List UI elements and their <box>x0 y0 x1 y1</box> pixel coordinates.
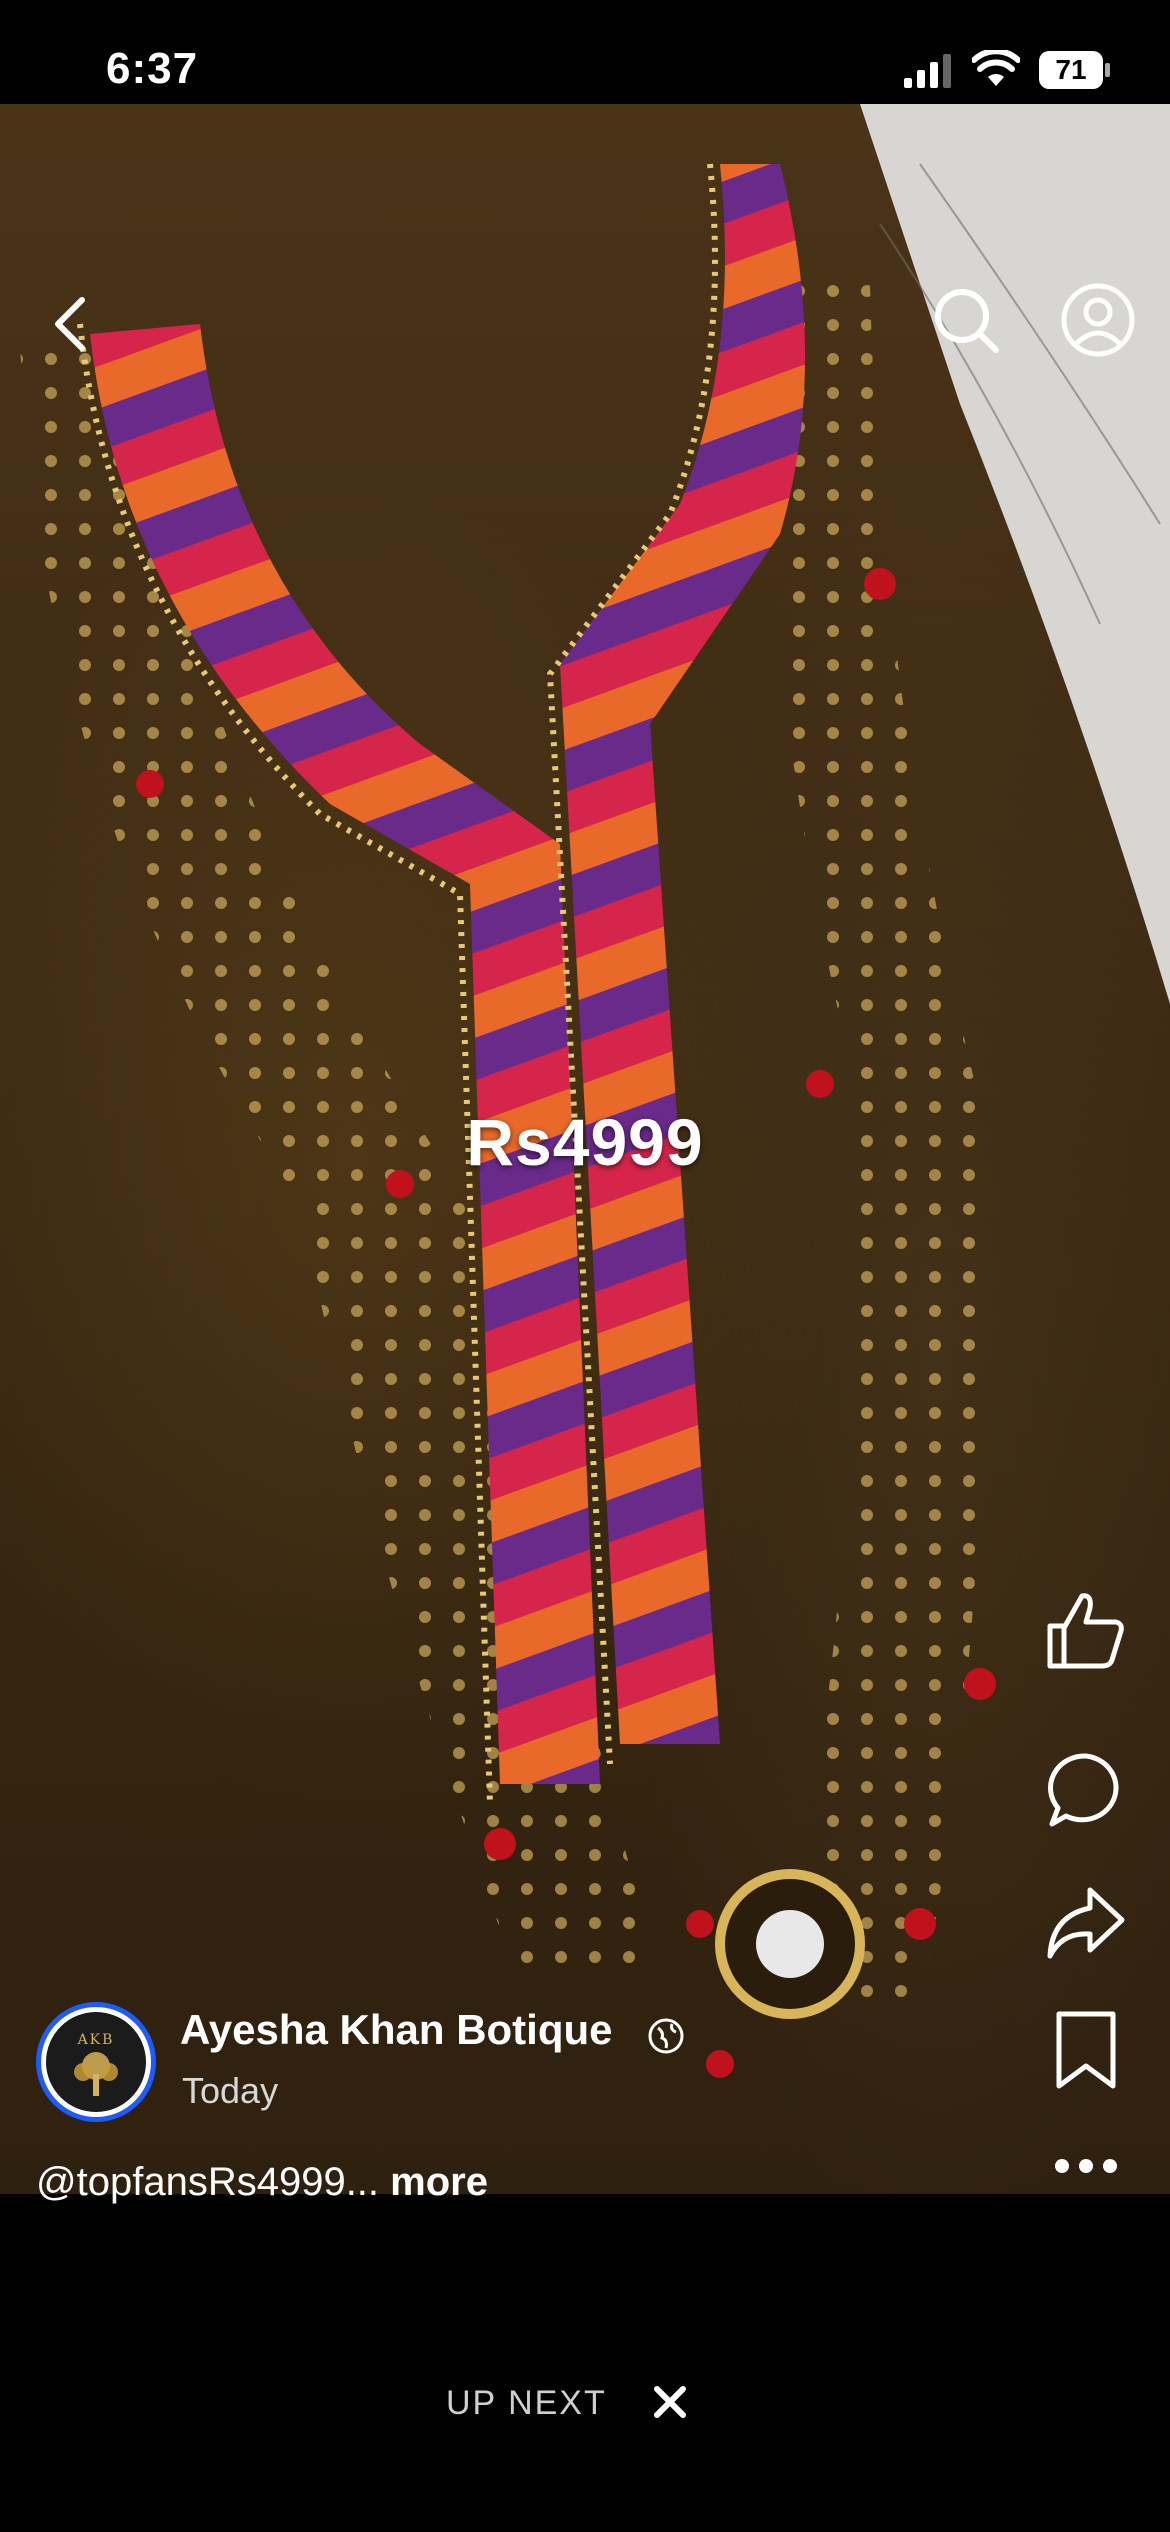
like-button[interactable] <box>1040 1584 1132 1676</box>
search-icon <box>935 289 999 353</box>
more-options-button[interactable] <box>1040 2142 1132 2190</box>
close-icon <box>654 2386 686 2418</box>
up-next-label: UP NEXT <box>446 2384 607 2422</box>
search-button[interactable] <box>924 278 1008 362</box>
signal-icon <box>904 54 951 88</box>
status-bar: 6:37 71 <box>0 0 1170 104</box>
share-icon <box>1047 1887 1125 1959</box>
share-button[interactable] <box>1040 1876 1132 1968</box>
tree-logo-icon <box>74 2052 118 2096</box>
battery-icon: 71 <box>1038 50 1112 90</box>
post-date: Today <box>182 2070 279 2111</box>
save-button[interactable] <box>1040 2004 1132 2096</box>
more-options-icon <box>1055 2159 1117 2173</box>
profile-icon <box>1061 283 1135 357</box>
caption-text: @topfansRs4999... <box>36 2160 380 2204</box>
wifi-icon <box>972 50 1020 86</box>
comment-button[interactable] <box>1040 1744 1132 1836</box>
page-avatar[interactable]: AKB <box>36 2002 156 2122</box>
profile-button[interactable] <box>1056 278 1140 362</box>
back-button[interactable] <box>40 284 100 364</box>
battery-level: 71 <box>1055 54 1087 85</box>
comment-icon <box>1048 1753 1119 1827</box>
save-bookmark-icon <box>1056 2011 1116 2089</box>
like-icon <box>1047 1593 1124 1669</box>
globe-icon <box>648 2018 684 2054</box>
video-player[interactable]: Rs4999 <box>0 104 1170 2194</box>
back-chevron-icon <box>55 297 85 351</box>
page-name-link[interactable]: Ayesha Khan Botique <box>180 2006 613 2054</box>
caption-more-link[interactable]: more <box>390 2160 488 2204</box>
avatar-monogram: AKB <box>77 2032 115 2048</box>
close-up-next-button[interactable] <box>648 2378 692 2426</box>
price-overlay-text: Rs4999 <box>466 1105 704 1179</box>
post-caption[interactable]: @topfansRs4999... more <box>36 2160 488 2205</box>
status-time: 6:37 <box>106 44 199 93</box>
